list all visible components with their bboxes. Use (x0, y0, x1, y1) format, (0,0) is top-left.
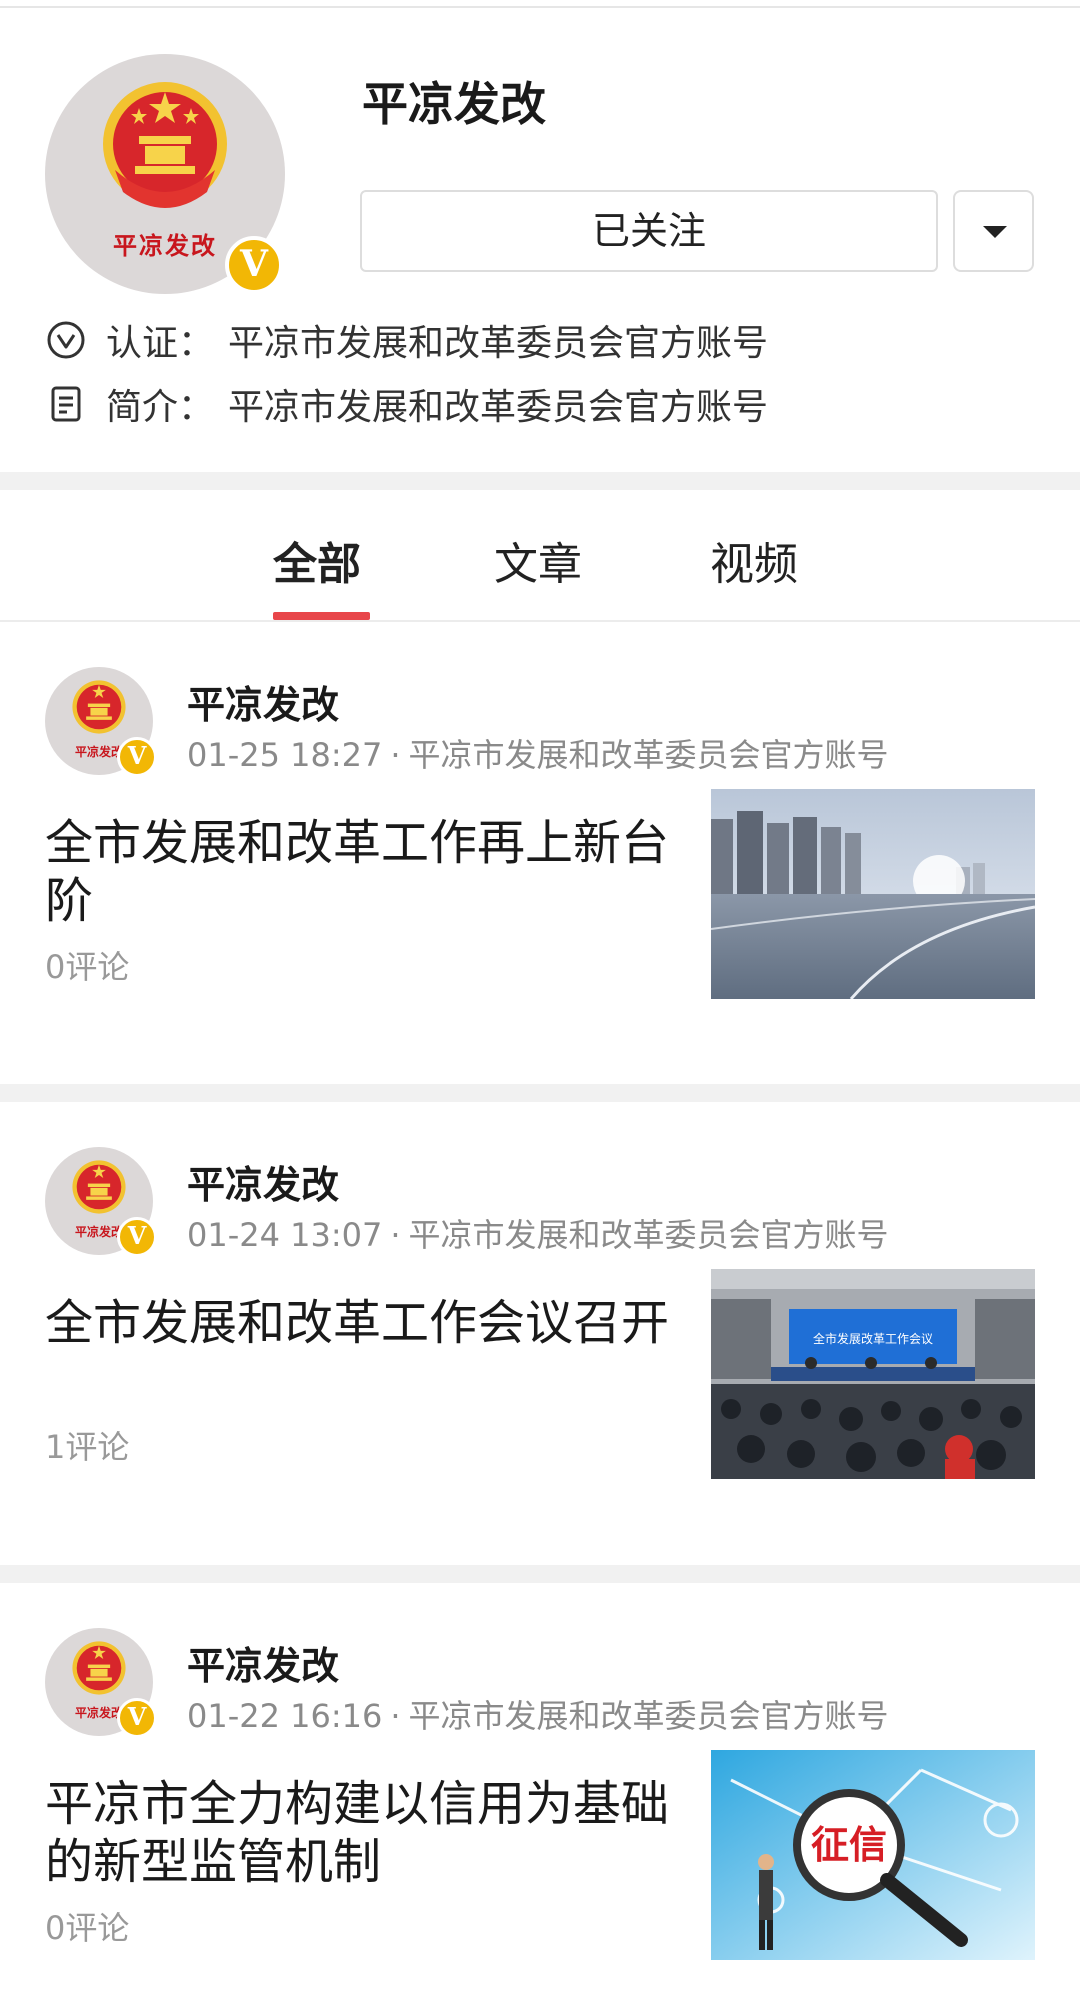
comment-count[interactable]: 0评论 (45, 942, 129, 988)
national-emblem-icon (72, 680, 126, 734)
section-divider (0, 472, 1080, 490)
national-emblem-icon (72, 1160, 126, 1214)
tab-articles[interactable]: 文章 (494, 528, 582, 592)
post-meta: 01-24 13:07 · 平凉市发展和改革委员会官方账号 (187, 1210, 889, 1256)
tab-videos[interactable]: 视频 (710, 528, 798, 592)
article-title[interactable]: 全市发展和改革工作会议召开 (45, 1294, 675, 1352)
feed-card[interactable]: 平凉发改 V 平凉发改 01-24 13:07 · 平凉市发展和改革委员会官方账号 … (0, 1102, 1080, 1564)
verified-badge-icon: V (117, 1217, 157, 1257)
post-time: 01-25 18:27 (187, 736, 383, 774)
account-profile-page: 平凉发改 V 平凉发改 已关注 认证： 平凉市发展和改革委员会官方账号 简介： … (0, 0, 1080, 1993)
following-button[interactable]: 已关注 (360, 190, 938, 272)
meeting-banner-text: 全市发展改革工作会议 (813, 1331, 933, 1346)
certification-row: 认证： 平凉市发展和改革委员会官方账号 (46, 316, 768, 364)
credit-text: 征信 (811, 1823, 887, 1867)
author-avatar[interactable]: 平凉发改 V (45, 1628, 157, 1738)
post-time: 01-22 16:16 (187, 1697, 383, 1735)
verified-badge-icon: V (117, 737, 157, 777)
meta-separator: · (390, 1216, 401, 1254)
article-title[interactable]: 平凉市全力构建以信用为基础的新型监管机制 (45, 1775, 675, 1891)
national-emblem-icon (72, 1641, 126, 1695)
verified-badge-icon: V (117, 1698, 157, 1738)
feed-card[interactable]: 平凉发改 V 平凉发改 01-25 18:27 · 平凉市发展和改革委员会官方账号 … (0, 622, 1080, 1084)
article-thumbnail[interactable]: 全市发展改革工作会议 (711, 1269, 1035, 1479)
content-tabs: 全部 文章 视频 (0, 490, 1080, 622)
author-name[interactable]: 平凉发改 (187, 1154, 339, 1209)
card-divider (0, 1565, 1080, 1583)
article-thumbnail[interactable]: 征信 (711, 1750, 1035, 1960)
tab-all[interactable]: 全部 (273, 528, 361, 592)
post-source: 平凉市发展和改革委员会官方账号 (408, 1697, 889, 1735)
meta-separator: · (390, 736, 401, 774)
verified-badge-icon: V (225, 236, 283, 294)
cert-text: 平凉市发展和改革委员会官方账号 (228, 323, 769, 364)
status-divider (0, 0, 1080, 8)
credit-magnifier-photo-icon: 征信 (711, 1750, 1035, 1960)
post-time: 01-24 13:07 (187, 1216, 383, 1254)
post-source: 平凉市发展和改革委员会官方账号 (408, 736, 889, 774)
meeting-room-photo-icon: 全市发展改革工作会议 (711, 1269, 1035, 1479)
cert-label: 认证： (106, 323, 215, 364)
card-divider (0, 1084, 1080, 1102)
more-dropdown-button[interactable] (953, 190, 1034, 272)
document-icon (51, 386, 81, 422)
national-emblem-icon (103, 82, 227, 208)
intro-text: 平凉市发展和改革委员会官方账号 (228, 387, 769, 428)
article-title[interactable]: 全市发展和改革工作再上新台阶 (45, 814, 675, 930)
post-source: 平凉市发展和改革委员会官方账号 (408, 1216, 889, 1254)
article-thumbnail[interactable] (711, 789, 1035, 999)
comment-count[interactable]: 0评论 (45, 1903, 129, 1949)
feed-card[interactable]: 平凉发改 V 平凉发改 01-22 16:16 · 平凉市发展和改革委员会官方账号 … (0, 1583, 1080, 1993)
author-avatar[interactable]: 平凉发改 V (45, 667, 157, 777)
active-tab-indicator (273, 612, 370, 620)
author-name[interactable]: 平凉发改 (187, 674, 339, 729)
profile-avatar[interactable]: 平凉发改 V (45, 54, 285, 294)
account-name: 平凉发改 (362, 77, 546, 131)
author-avatar[interactable]: 平凉发改 V (45, 1147, 157, 1257)
verified-check-icon (47, 321, 85, 359)
meta-separator: · (390, 1697, 401, 1735)
post-meta: 01-25 18:27 · 平凉市发展和改革委员会官方账号 (187, 730, 889, 776)
intro-row: 简介： 平凉市发展和改革委员会官方账号 (46, 380, 768, 428)
intro-label: 简介： (106, 387, 215, 428)
post-meta: 01-22 16:16 · 平凉市发展和改革委员会官方账号 (187, 1691, 889, 1737)
comment-count[interactable]: 1评论 (45, 1422, 129, 1468)
profile-header: 平凉发改 V 平凉发改 已关注 认证： 平凉市发展和改革委员会官方账号 简介： … (0, 10, 1080, 472)
caret-down-icon (983, 226, 1007, 238)
author-name[interactable]: 平凉发改 (187, 1635, 339, 1690)
city-road-photo-icon (711, 789, 1035, 999)
